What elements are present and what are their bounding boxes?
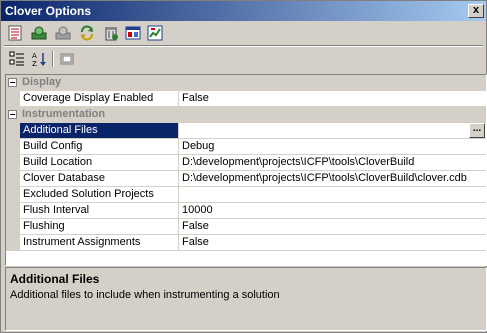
- property-value-cell[interactable]: False: [179, 91, 486, 107]
- property-value-cell[interactable]: D:\development\projects\ICFP\tools\Clove…: [179, 171, 486, 187]
- property-grid: Display Coverage Display Enabled False I…: [5, 74, 487, 266]
- property-value-cell[interactable]: Debug: [179, 139, 486, 155]
- property-name: Build Location: [23, 156, 93, 168]
- property-name: Additional Files: [23, 124, 98, 136]
- property-row-additional-files[interactable]: Additional Files ...: [6, 123, 486, 139]
- title-bar[interactable]: Clover Options x: [1, 1, 486, 21]
- property-name: Clover Database: [23, 172, 105, 184]
- alphabetical-icon[interactable]: AZ: [31, 51, 47, 67]
- category-band: [20, 75, 486, 91]
- row-gutter: [6, 203, 20, 219]
- property-name-cell[interactable]: Additional Files: [20, 123, 179, 139]
- property-row-flushing[interactable]: Flushing False: [6, 219, 486, 235]
- property-name: Build Config: [23, 140, 83, 152]
- view-icon[interactable]: [125, 25, 141, 41]
- property-value-cell[interactable]: D:\development\projects\ICFP\tools\Clove…: [179, 155, 486, 171]
- row-gutter: [6, 187, 20, 203]
- property-row-coverage-display-enabled[interactable]: Coverage Display Enabled False: [6, 91, 486, 107]
- property-row-build-location[interactable]: Build Location D:\development\projects\I…: [6, 155, 486, 171]
- property-name: Flush Interval: [23, 204, 90, 216]
- description-pane: Additional Files Additional files to inc…: [5, 267, 487, 331]
- property-row-instrument-assignments[interactable]: Instrument Assignments False: [6, 235, 486, 251]
- property-name-cell[interactable]: Instrument Assignments: [20, 235, 179, 251]
- property-row-excluded-solution-projects[interactable]: Excluded Solution Projects: [6, 187, 486, 203]
- collapse-icon[interactable]: [8, 110, 17, 119]
- category-instrumentation: Instrumentation: [6, 107, 486, 123]
- property-value: D:\development\projects\ICFP\tools\Clove…: [182, 172, 467, 184]
- property-value: False: [182, 236, 209, 248]
- property-value-cell[interactable]: False: [179, 235, 486, 251]
- property-row-build-config[interactable]: Build Config Debug: [6, 139, 486, 155]
- categorized-icon[interactable]: [9, 51, 25, 67]
- property-name: Coverage Display Enabled: [23, 92, 154, 104]
- property-value: D:\development\projects\ICFP\tools\Clove…: [182, 156, 415, 168]
- row-gutter: [6, 107, 20, 123]
- row-gutter: [6, 91, 20, 107]
- property-value-cell[interactable]: False: [179, 219, 486, 235]
- property-value: Debug: [182, 140, 215, 152]
- property-name-cell[interactable]: Flushing: [20, 219, 179, 235]
- toolbar-divider: [4, 45, 483, 46]
- row-gutter: [6, 75, 20, 91]
- property-name-cell[interactable]: Clover Database: [20, 171, 179, 187]
- row-gutter: [6, 139, 20, 155]
- property-value-cell[interactable]: 10000: [179, 203, 486, 219]
- row-gutter: [6, 219, 20, 235]
- property-value: False: [182, 92, 209, 104]
- description-text: Additional files to include when instrum…: [10, 289, 280, 301]
- window-title: Clover Options: [5, 4, 92, 18]
- svg-text:Z: Z: [32, 60, 37, 67]
- main-toolbar: [1, 21, 486, 45]
- property-value-cell[interactable]: ...: [179, 123, 486, 139]
- property-name-cell[interactable]: Excluded Solution Projects: [20, 187, 179, 203]
- property-value: False: [182, 220, 209, 232]
- row-gutter: [6, 171, 20, 187]
- category-label: Instrumentation: [22, 108, 106, 120]
- property-name-cell[interactable]: Build Config: [20, 139, 179, 155]
- category-display: Display: [6, 75, 486, 91]
- grid-toolbar: AZ: [1, 47, 486, 71]
- row-gutter: [6, 155, 20, 171]
- row-gutter: [6, 123, 20, 139]
- property-name: Flushing: [23, 220, 65, 232]
- delete-icon[interactable]: [103, 25, 119, 41]
- svg-text:A: A: [32, 52, 37, 60]
- description-title: Additional Files: [10, 272, 100, 286]
- property-name: Excluded Solution Projects: [23, 188, 154, 200]
- enable-icon[interactable]: [31, 25, 47, 41]
- toolbar-separator: [52, 51, 53, 67]
- report-icon[interactable]: [7, 25, 23, 41]
- property-name-cell[interactable]: Build Location: [20, 155, 179, 171]
- chart-icon[interactable]: [147, 25, 163, 41]
- property-value: 10000: [182, 204, 213, 216]
- ellipsis-button[interactable]: ...: [469, 123, 485, 138]
- disable-icon[interactable]: [55, 25, 71, 41]
- property-row-clover-database[interactable]: Clover Database D:\development\projects\…: [6, 171, 486, 187]
- property-value-cell[interactable]: [179, 187, 486, 203]
- collapse-icon[interactable]: [8, 78, 17, 87]
- property-row-flush-interval[interactable]: Flush Interval 10000: [6, 203, 486, 219]
- property-name-cell[interactable]: Coverage Display Enabled: [20, 91, 179, 107]
- clover-options-window: Clover Options x AZ Display Coverage Dis…: [0, 0, 487, 333]
- category-label: Display: [22, 76, 62, 88]
- row-gutter: [6, 235, 20, 251]
- property-name: Instrument Assignments: [23, 236, 141, 248]
- close-button[interactable]: x: [468, 4, 484, 18]
- property-pages-icon[interactable]: [59, 51, 75, 67]
- property-name-cell[interactable]: Flush Interval: [20, 203, 179, 219]
- refresh-icon[interactable]: [79, 25, 95, 41]
